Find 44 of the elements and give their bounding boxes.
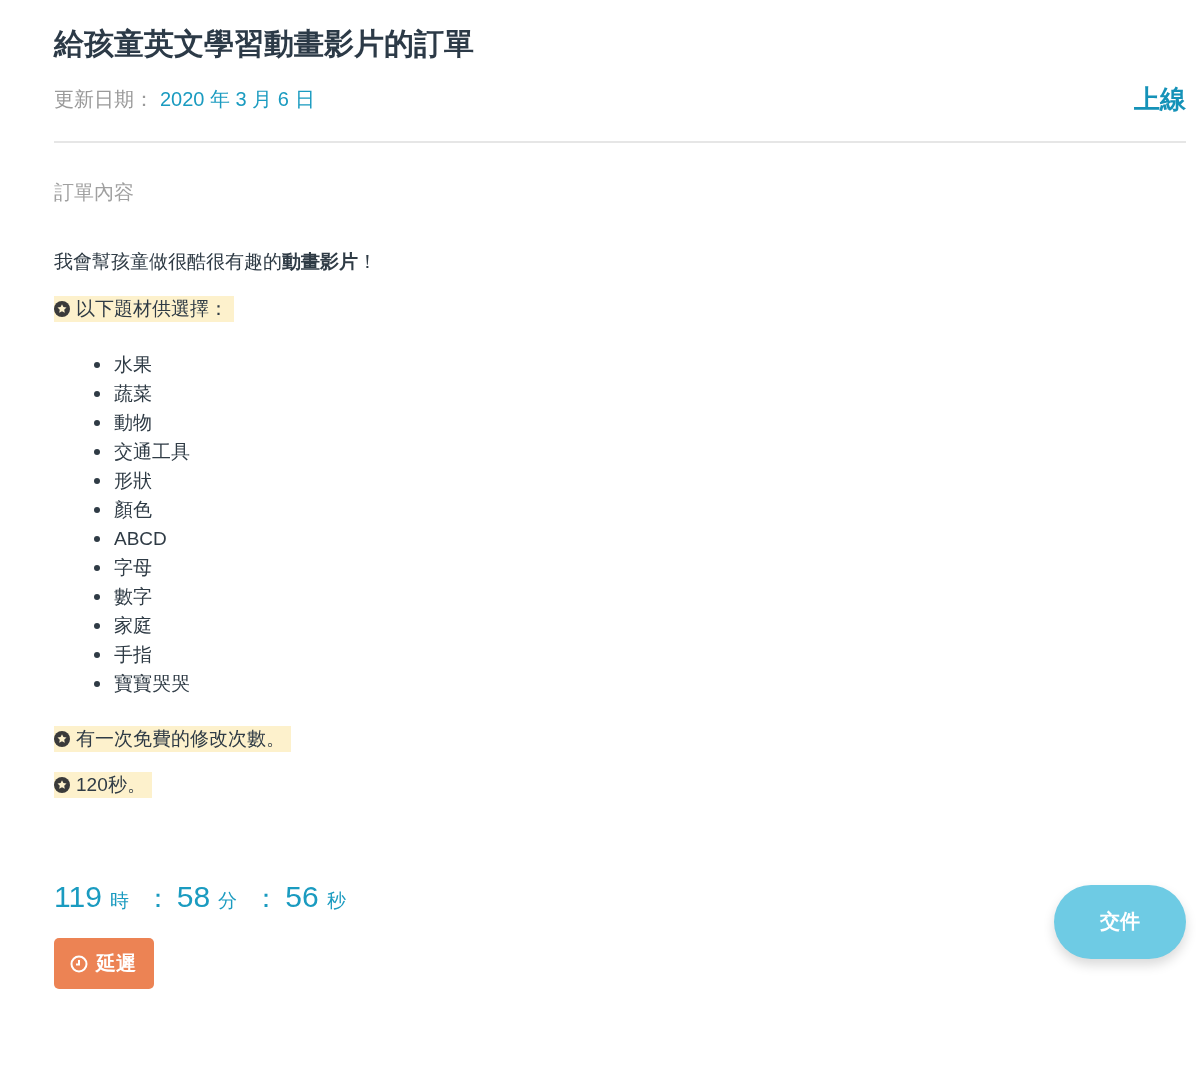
topic-item: 字母: [114, 555, 152, 580]
countdown-unit: 分: [218, 889, 238, 913]
topic-item: 蔬菜: [114, 381, 152, 406]
bullet-icon: [94, 390, 100, 397]
topic-item: 家庭: [114, 613, 152, 638]
countdown-unit: 時: [109, 889, 129, 913]
note-text: 以下題材供選擇：: [76, 297, 228, 321]
bullet-icon: [94, 448, 100, 455]
countdown-separator: ：: [253, 882, 280, 915]
updated-date: 2020 年 3 月 6 日: [160, 87, 315, 112]
updated-label: 更新日期：: [54, 87, 154, 112]
countdown-unit: 秒: [326, 889, 346, 913]
bullet-icon: [94, 506, 100, 513]
countdown-value: 56: [285, 880, 319, 914]
topic-item: 數字: [114, 584, 152, 609]
intro-text: 我會幫孩童做很酷很有趣的動畫影片！: [54, 250, 378, 274]
status-label: 上線: [1134, 83, 1186, 116]
bullet-icon: [94, 564, 100, 571]
topic-item: 水果: [114, 352, 152, 377]
submit-button[interactable]: 交件: [1054, 884, 1186, 959]
topic-item: 動物: [114, 410, 152, 435]
topic-item: 寶寶哭哭: [114, 671, 190, 696]
topic-item: 手指: [114, 642, 152, 667]
order-title: 給孩童英文學習動畫影片的訂單: [54, 26, 475, 62]
topic-item: ABCD: [114, 527, 167, 550]
bullet-icon: [94, 651, 100, 658]
bullet-icon: [94, 535, 100, 542]
clock-icon: [70, 954, 88, 973]
note-text: 120秒。: [76, 773, 146, 797]
bullet-icon: [94, 593, 100, 600]
bullet-icon: [94, 361, 100, 368]
topic-item: 顏色: [114, 497, 152, 522]
section-label: 訂單內容: [54, 180, 135, 205]
delay-button[interactable]: 延遲: [54, 938, 154, 989]
topic-item: 形狀: [114, 468, 152, 493]
bullet-icon: [94, 477, 100, 484]
topic-item: 交通工具: [114, 439, 190, 464]
countdown-value: 58: [176, 880, 211, 914]
countdown-value: 119: [54, 880, 102, 914]
bullet-icon: [94, 419, 100, 426]
bullet-icon: [94, 622, 100, 629]
countdown-separator: ：: [144, 882, 171, 915]
bullet-icon: [94, 680, 100, 687]
note-text: 有一次免費的修改次數。: [76, 727, 285, 751]
